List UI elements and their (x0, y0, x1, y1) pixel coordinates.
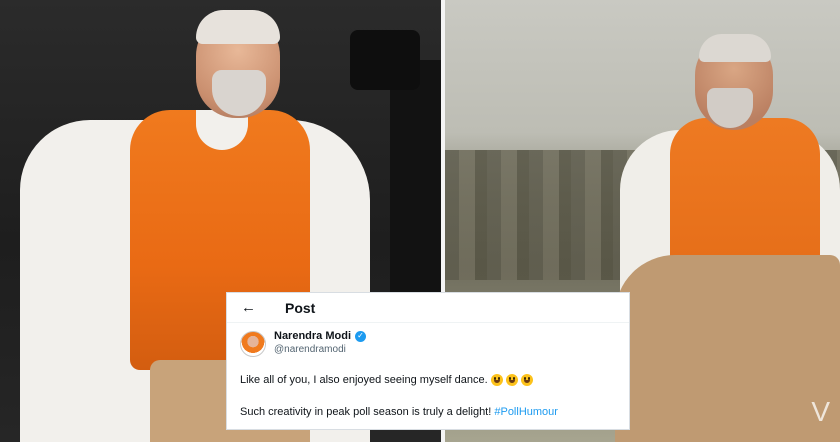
camera-shape (350, 30, 420, 90)
trousers-shape (615, 255, 840, 442)
tweet-card: ← Post Narendra Modi ✓ @narendramodi Lik… (226, 292, 630, 430)
watermark-text: V (811, 396, 830, 427)
tweet-header: ← Post (227, 293, 629, 323)
avatar[interactable] (240, 331, 266, 357)
grinning-face-icon (505, 374, 518, 386)
hashtag-link[interactable]: #PollHumour (494, 406, 558, 418)
post-title: Post (285, 299, 316, 316)
hair-shape (699, 34, 771, 62)
tweet-author: Narendra Modi ✓ @narendramodi (227, 323, 629, 363)
verified-badge-icon: ✓ (355, 330, 367, 342)
grinning-face-icon (520, 374, 533, 386)
tweet-line2-text: Such creativity in peak poll season is t… (240, 406, 495, 418)
hair-shape (196, 10, 280, 44)
author-name-row: Narendra Modi ✓ (274, 330, 367, 342)
author-name[interactable]: Narendra Modi (274, 330, 351, 342)
back-arrow-icon[interactable]: ← (241, 299, 285, 316)
author-handle[interactable]: @narendramodi (274, 344, 346, 355)
tweet-line1-text: Like all of you, I also enjoyed seeing m… (240, 374, 488, 386)
tweet-text-line1: Like all of you, I also enjoyed seeing m… (240, 374, 533, 386)
grinning-face-icon (490, 374, 503, 386)
tweet-text-line2: Such creativity in peak poll season is t… (240, 406, 558, 418)
